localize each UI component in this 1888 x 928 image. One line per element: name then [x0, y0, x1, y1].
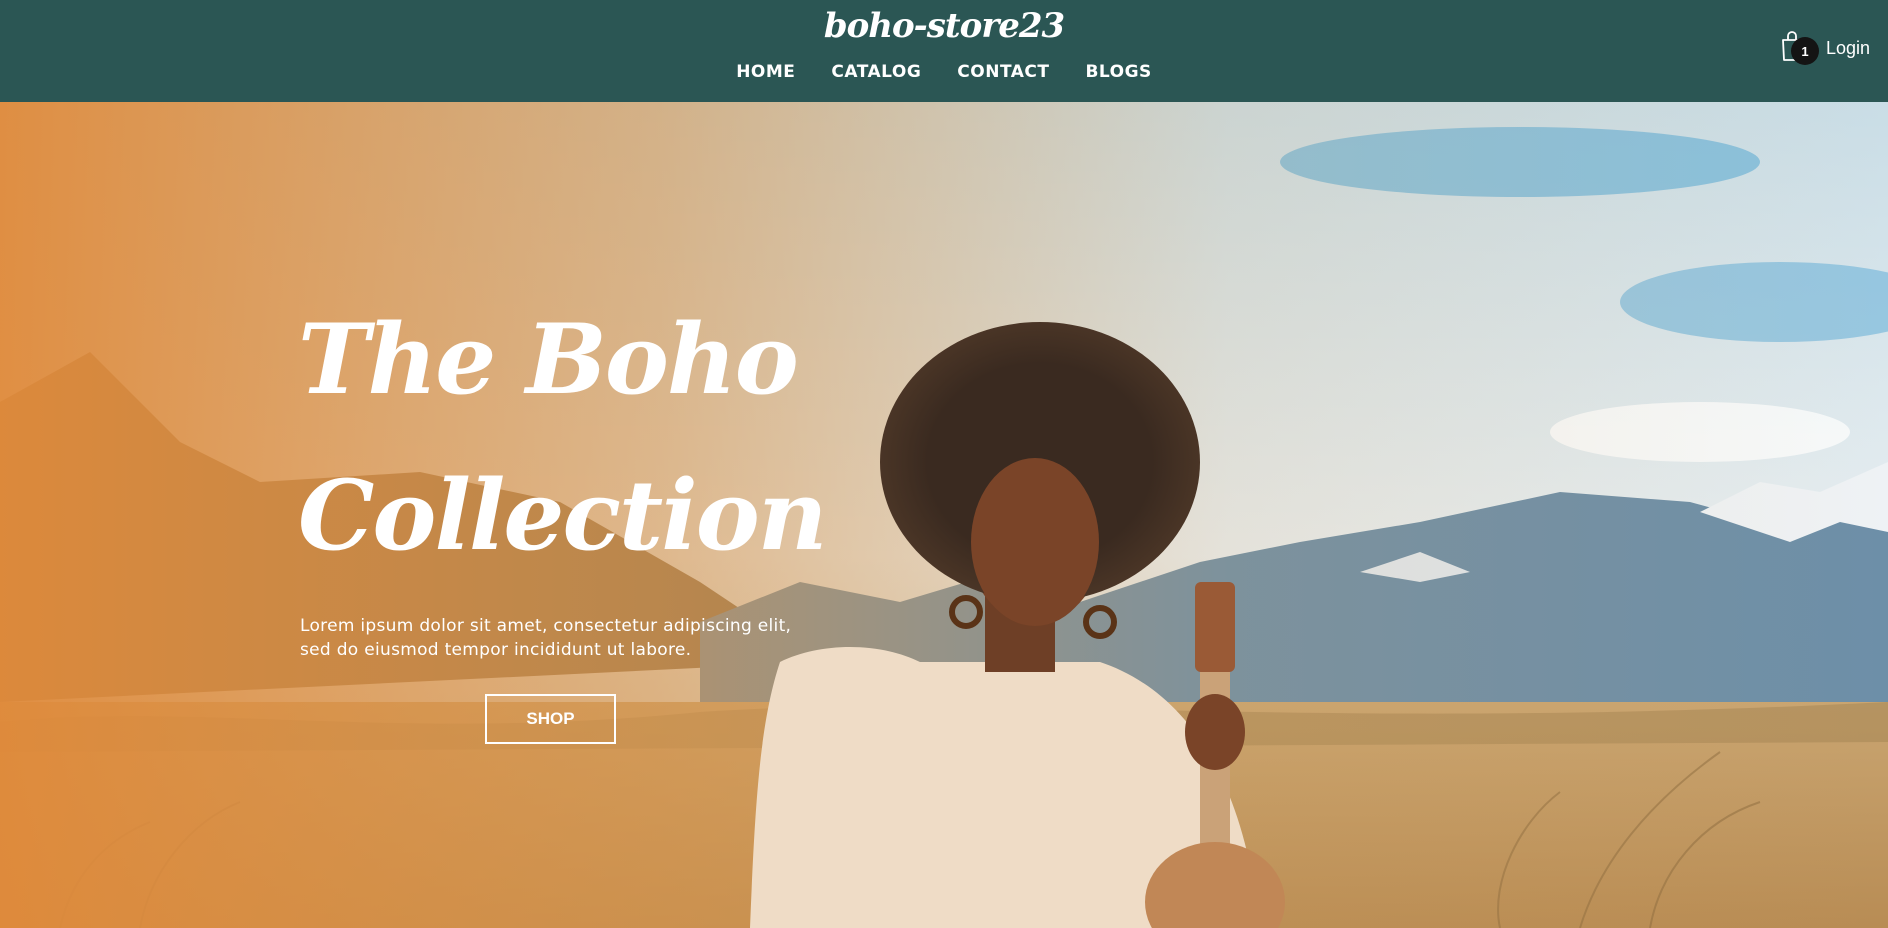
- nav-catalog[interactable]: CATALOG: [831, 62, 921, 82]
- hero-description: Lorem ipsum dolor sit amet, consectetur …: [300, 614, 820, 662]
- nav-home[interactable]: HOME: [736, 62, 795, 82]
- nav-contact[interactable]: CONTACT: [957, 62, 1049, 82]
- hero-banner: The Boho Collection Lorem ipsum dolor si…: [0, 102, 1888, 928]
- login-link[interactable]: Login: [1826, 38, 1870, 59]
- hero-title-line-2: Collection: [298, 459, 828, 572]
- cart-count-badge: 1: [1791, 37, 1819, 65]
- main-nav: HOME CATALOG CONTACT BLOGS: [0, 62, 1888, 82]
- hero-title: The Boho Collection: [298, 282, 858, 594]
- hero-description-line-1: Lorem ipsum dolor sit amet, consectetur …: [300, 616, 792, 636]
- site-header: boho-store23 HOME CATALOG CONTACT BLOGS …: [0, 0, 1888, 102]
- hero-title-line-1: The Boho: [298, 303, 799, 416]
- hero-photo: [0, 102, 1888, 928]
- brand-logo[interactable]: boho-store23: [0, 6, 1888, 46]
- nav-blogs[interactable]: BLOGS: [1085, 62, 1151, 82]
- hero-description-line-2: sed do eiusmod tempor incididunt ut labo…: [300, 640, 692, 660]
- shop-button[interactable]: SHOP: [485, 694, 616, 744]
